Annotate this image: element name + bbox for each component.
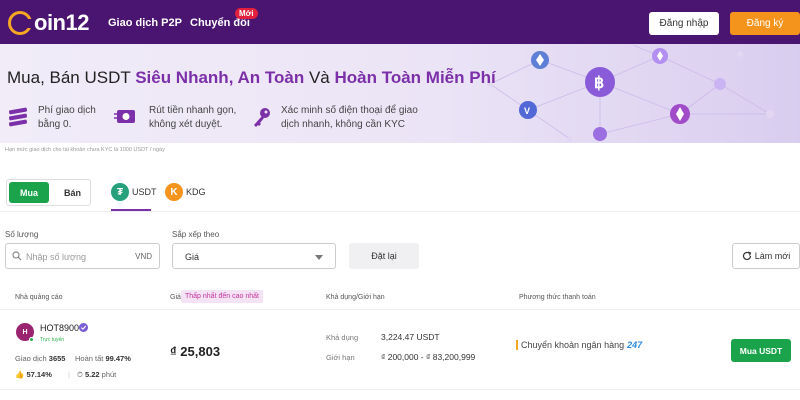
key-icon	[254, 108, 270, 127]
kyc-limit-note: Hạn mức giao dịch cho tài khoản chưa KYC…	[5, 147, 165, 153]
sort-value: Giá	[185, 252, 200, 262]
feature-line: Rút tiền nhanh gọn,	[149, 105, 237, 116]
online-status-dot	[29, 337, 34, 342]
header-payment: Phương thức thanh toán	[519, 294, 596, 301]
new-badge: Mới	[235, 8, 258, 19]
ad-price: ₫ 25,803	[170, 344, 221, 359]
buy-usdt-button[interactable]: Mua USDT	[731, 339, 791, 362]
available-label: Khả dụng	[326, 333, 359, 342]
completion-label: Hoàn tất	[75, 354, 104, 363]
buy-tab[interactable]: Mua	[9, 182, 49, 203]
coin-tab-label: KDG	[186, 187, 206, 197]
coin-tab-kdg[interactable]: K KDG	[165, 181, 206, 203]
price-sort-badge[interactable]: Thấp nhất đến cao nhất	[181, 290, 263, 303]
amount-label: Số lượng	[5, 230, 39, 239]
divider	[0, 309, 800, 310]
reset-button[interactable]: Đặt lại	[349, 243, 419, 269]
payment-method-label: Chuyển khoản ngân hàng	[521, 340, 625, 350]
feature-line: Xác minh số điện thoại để giao	[281, 105, 418, 116]
feature-line: Phí giao dịch	[38, 105, 96, 116]
svg-text:V: V	[524, 106, 530, 116]
coin-tab-label: USDT	[132, 187, 157, 197]
trades-count: 3655	[48, 354, 66, 363]
like-stat: 👍 57.14%	[15, 370, 52, 379]
search-icon	[12, 251, 22, 261]
payment-method: Chuyển khoản ngân hàng 247	[516, 340, 642, 350]
refresh-icon	[742, 251, 752, 261]
coin-tab-usdt[interactable]: ₮ USDT	[111, 181, 157, 203]
chevron-down-icon	[315, 255, 323, 260]
stat-divider: |	[68, 370, 70, 379]
hero-banner: ฿ V Mua, Bán USDT Siêu Nhanh, An Toàn Và…	[0, 44, 800, 143]
amount-input[interactable]: Nhập số lượng VND	[5, 243, 160, 269]
feature-line: dịch nhanh, không cần KYC	[281, 119, 405, 130]
divider	[0, 389, 800, 390]
feature-line: bằng 0.	[38, 119, 72, 130]
limit-value: ₫ 200,000 - ₫ 83,200,999	[381, 352, 476, 362]
logo-coin-icon	[8, 11, 33, 35]
time-value: 5.22	[84, 370, 100, 379]
header-available: Khả dụng/Giới hạn	[326, 294, 385, 301]
trades-stat: Giao dịch 3655	[15, 354, 65, 363]
time-unit: phút	[101, 370, 117, 379]
verified-icon	[79, 323, 88, 332]
nav-p2p-trading[interactable]: Giao dịch P2P	[108, 17, 182, 29]
top-navbar: oin12 Giao dịch P2P Chuyển đổi Mới Đăng …	[0, 0, 800, 44]
completion-stat: Hoàn tất 99.47%	[75, 354, 131, 363]
header-price: Giá	[170, 294, 181, 301]
feature-fast-withdraw: Rút tiền nhanh gọn, không xét duyệt.	[149, 104, 236, 132]
limit-label: Giới hạn	[326, 353, 355, 362]
feature-line: không xét duyệt.	[149, 119, 223, 130]
feature-phone-verify: Xác minh số điện thoại để giao dịch nhan…	[281, 104, 418, 132]
refresh-label: Làm mới	[754, 251, 791, 261]
divider	[0, 211, 800, 212]
kdg-icon: K	[165, 183, 183, 201]
amount-placeholder: Nhập số lượng	[26, 252, 86, 262]
svg-text:฿: ฿	[594, 75, 604, 92]
payment-247-badge: 247	[627, 340, 643, 350]
buy-sell-toggle: Mua Bán	[6, 179, 91, 206]
hero-title-mid: Và	[304, 68, 335, 87]
sell-tab[interactable]: Bán	[55, 182, 90, 203]
clock-icon: ⏱	[77, 370, 83, 379]
hero-title-highlight-2: Hoàn Toàn Miễn Phí	[334, 68, 496, 87]
trades-label: Giao dịch	[15, 354, 47, 363]
like-rate: 57.14%	[26, 370, 52, 379]
available-value: 3,224.47 USDT	[381, 332, 440, 342]
header-advertiser: Nhà quảng cáo	[15, 294, 63, 301]
sort-select[interactable]: Giá	[172, 243, 336, 269]
tether-icon: ₮	[111, 183, 129, 201]
thumbs-up-icon: 👍	[15, 370, 25, 379]
register-button[interactable]: Đăng ký	[730, 12, 800, 35]
hero-title-prefix: Mua, Bán USDT	[7, 68, 136, 87]
time-stat: ⏱ 5.22 phút	[77, 370, 116, 380]
completion-rate: 99.47%	[105, 354, 131, 363]
logo[interactable]: oin12	[8, 10, 89, 36]
refresh-button[interactable]: Làm mới	[732, 243, 800, 269]
sort-label: Sắp xếp theo	[172, 230, 220, 239]
hero-title: Mua, Bán USDT Siêu Nhanh, An Toàn Và Hoà…	[7, 68, 496, 88]
fast-withdraw-icon	[114, 110, 135, 123]
advertiser-name[interactable]: HOT8900	[40, 323, 79, 333]
online-status: Trực tuyến	[40, 337, 65, 343]
amount-unit: VND	[135, 252, 152, 261]
hero-title-highlight-1: Siêu Nhanh, An Toàn	[135, 68, 305, 87]
logo-text: oin12	[34, 10, 89, 35]
crypto-network-illustration: ฿ V	[487, 44, 774, 142]
feature-zero-fee: Phí giao dịch bằng 0.	[38, 104, 96, 132]
login-button[interactable]: Đăng nhập	[649, 12, 719, 35]
zero-fee-icon	[8, 107, 28, 127]
